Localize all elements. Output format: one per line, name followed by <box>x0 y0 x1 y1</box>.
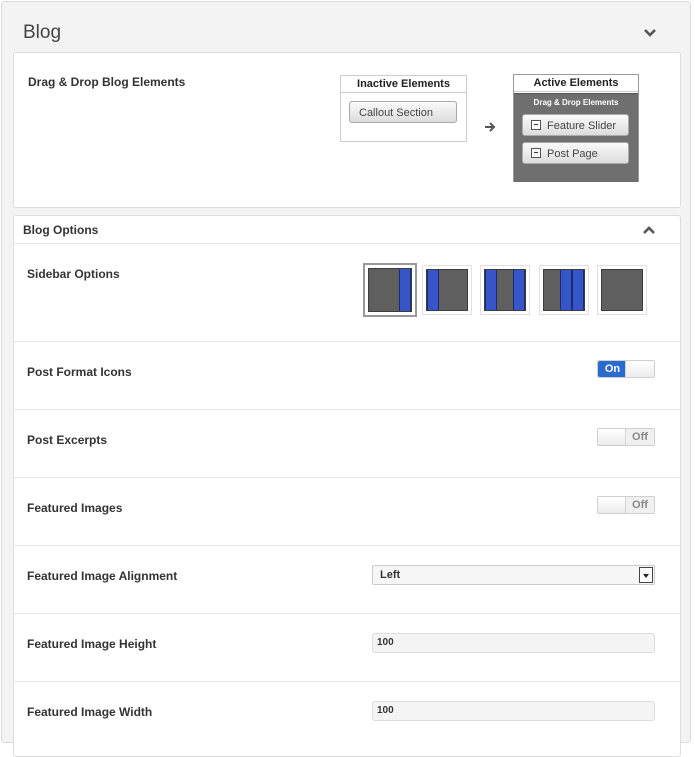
feature-slider-label: Feature Slider <box>547 120 617 132</box>
post-page-item[interactable]: Post Page <box>522 142 629 164</box>
minus-icon[interactable] <box>531 120 541 130</box>
sidebar-layout-picker <box>363 263 653 317</box>
featured-image-height-input[interactable]: 100 <box>372 633 655 653</box>
feature-slider-item[interactable]: Feature Slider <box>522 114 629 136</box>
layout-no-sidebar[interactable] <box>597 265 647 315</box>
featured-image-width-label: Featured Image Width <box>27 705 153 719</box>
featured-image-alignment-label: Featured Image Alignment <box>27 569 178 583</box>
post-format-icons-toggle[interactable]: On <box>597 360 655 378</box>
chevron-up-icon[interactable] <box>642 223 656 237</box>
featured-images-label: Featured Images <box>27 501 123 515</box>
active-elements-title: Active Elements <box>514 75 638 92</box>
drag-drop-panel: Drag & Drop Blog Elements Inactive Eleme… <box>13 52 681 208</box>
select-value: Left <box>380 569 401 581</box>
toggle-off-label: Off <box>625 497 654 513</box>
featured-images-row: Featured Images Off <box>14 477 680 546</box>
toggle-knob <box>598 497 627 513</box>
post-format-icons-label: Post Format Icons <box>27 365 132 379</box>
layout-left-sidebar[interactable] <box>422 265 472 315</box>
toggle-knob <box>625 361 654 377</box>
inactive-elements-box[interactable]: Inactive Elements Callout Section <box>340 75 467 142</box>
featured-image-alignment-select[interactable]: Left <box>372 565 655 585</box>
chevron-down-icon[interactable] <box>643 26 657 40</box>
featured-images-toggle[interactable]: Off <box>597 496 655 514</box>
sidebar-options-row: Sidebar Options <box>14 243 680 342</box>
callout-section-item[interactable]: Callout Section <box>349 101 457 123</box>
toggle-on-label: On <box>598 361 627 377</box>
active-elements-subtitle: Drag & Drop Elements <box>533 98 619 107</box>
minus-icon[interactable] <box>531 148 541 158</box>
active-elements-dropzone[interactable]: Drag & Drop Elements Feature Slider Post… <box>514 93 638 182</box>
blog-options-title: Blog Options <box>23 223 99 237</box>
toggle-off-label: Off <box>625 429 654 445</box>
layout-both-sidebars[interactable] <box>480 265 530 315</box>
featured-image-alignment-row: Featured Image Alignment Left <box>14 545 680 614</box>
toggle-knob <box>598 429 627 445</box>
dropdown-arrow-icon[interactable] <box>639 567 653 583</box>
post-excerpts-toggle[interactable]: Off <box>597 428 655 446</box>
sidebar-options-label: Sidebar Options <box>27 267 120 281</box>
blog-settings-panel: Blog Drag & Drop Blog Elements Inactive … <box>1 1 691 757</box>
post-format-icons-row: Post Format Icons On <box>14 341 680 410</box>
featured-image-width-row: Featured Image Width 100 <box>14 681 680 757</box>
layout-two-right-sidebars[interactable] <box>539 265 589 315</box>
post-excerpts-label: Post Excerpts <box>27 433 108 447</box>
page-title: Blog <box>23 22 62 43</box>
active-elements-box[interactable]: Active Elements Drag & Drop Elements Fea… <box>513 74 639 182</box>
featured-image-width-input[interactable]: 100 <box>372 701 655 721</box>
blog-options-panel: Blog Options Sidebar Options Post Format… <box>13 215 681 757</box>
featured-image-height-row: Featured Image Height 100 <box>14 613 680 682</box>
inactive-elements-title: Inactive Elements <box>341 76 466 93</box>
layout-right-sidebar[interactable] <box>363 263 417 317</box>
drag-drop-label: Drag & Drop Blog Elements <box>28 75 186 89</box>
post-page-label: Post Page <box>547 148 598 160</box>
arrow-right-icon <box>484 120 498 132</box>
featured-image-height-label: Featured Image Height <box>27 637 157 651</box>
post-excerpts-row: Post Excerpts Off <box>14 409 680 478</box>
